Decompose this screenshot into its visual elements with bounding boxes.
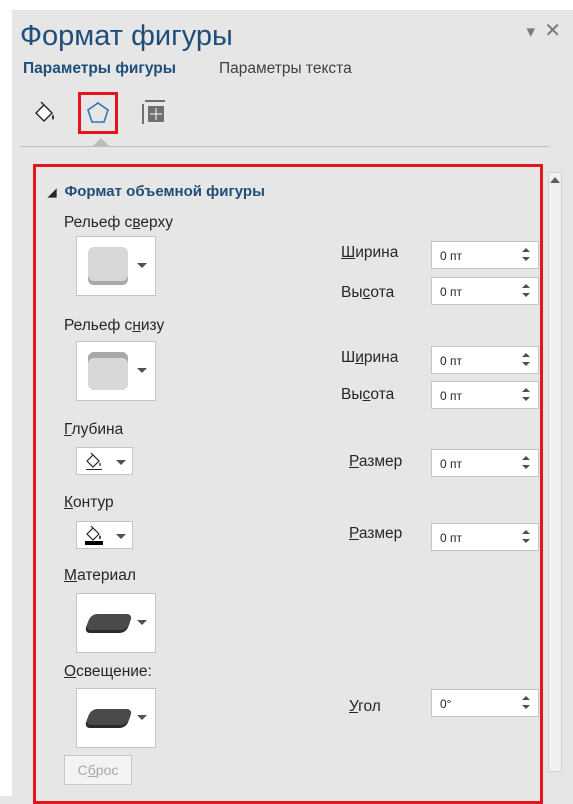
bevel-bottom-height-spinner[interactable]: 0 пт [431, 381, 539, 409]
bevel-bottom-label: Рельеф снизу [64, 317, 165, 334]
bevel-bottom-height-label: Высота [341, 386, 395, 403]
bevel-top-picker[interactable] [76, 236, 156, 296]
material-label: Материал [64, 567, 136, 584]
bevel-top-preview-icon [88, 247, 128, 285]
window-left-edge [0, 0, 12, 796]
material-preview-icon [85, 614, 133, 630]
bevel-bottom-preview-icon [88, 352, 128, 390]
lighting-picker[interactable] [76, 688, 156, 748]
depth-size-label: Размер [349, 453, 403, 470]
section-header-3d-format[interactable]: ◢ Формат объемной фигуры [48, 183, 265, 200]
chevron-down-icon [137, 368, 147, 373]
task-pane-options-icon[interactable]: ▾ [526, 22, 535, 42]
contour-size-label: Размер [349, 525, 403, 542]
depth-color-picker[interactable] [76, 447, 133, 475]
bevel-bottom-picker[interactable] [76, 341, 156, 401]
lighting-label: Освещение: [64, 663, 152, 680]
vertical-scrollbar[interactable] [548, 172, 562, 772]
pane-title: Формат фигуры [20, 20, 233, 52]
bevel-bottom-width-label: Ширина [341, 349, 399, 366]
close-icon[interactable]: ✕ [544, 18, 561, 43]
tab-shape-options[interactable]: Параметры фигуры [23, 60, 176, 78]
material-picker[interactable] [76, 593, 156, 653]
contour-color-picker[interactable] [76, 521, 133, 549]
chevron-down-icon [137, 263, 147, 268]
fill-line-icon[interactable] [25, 92, 65, 134]
category-icon-bar [20, 92, 200, 138]
contour-label: Контур [64, 494, 114, 511]
chevron-down-icon [137, 620, 147, 625]
paint-bucket-icon [85, 525, 103, 545]
window-top-edge [0, 0, 573, 10]
contour-size-spinner[interactable]: 0 пт [431, 523, 539, 551]
depth-size-spinner[interactable]: 0 пт [431, 449, 539, 477]
bevel-top-label: Рельеф сверху [64, 214, 173, 231]
bevel-top-height-label: Высота [341, 284, 395, 301]
tab-text-options[interactable]: Параметры текста [219, 60, 352, 78]
chevron-down-icon [116, 534, 126, 539]
bevel-top-height-spinner[interactable]: 0 пт [431, 277, 539, 305]
collapse-triangle-icon[interactable]: ◢ [48, 187, 56, 199]
lighting-angle-label: Угол [349, 698, 381, 715]
effects-icon[interactable] [78, 92, 118, 134]
scroll-up-icon[interactable] [550, 177, 560, 183]
lighting-angle-spinner[interactable]: 0° [431, 689, 539, 717]
reset-button[interactable]: Сброс [64, 755, 132, 785]
size-properties-icon[interactable] [134, 92, 174, 134]
lighting-preview-icon [85, 709, 133, 725]
chevron-down-icon [116, 460, 126, 465]
divider [20, 146, 549, 147]
bevel-top-width-label: Ширина [341, 244, 399, 261]
paint-bucket-icon [86, 452, 102, 470]
depth-label: Глубина [64, 421, 124, 438]
bevel-top-width-spinner[interactable]: 0 пт [431, 241, 539, 269]
chevron-down-icon [137, 715, 147, 720]
bevel-bottom-width-spinner[interactable]: 0 пт [431, 346, 539, 374]
active-tab-indicator [93, 138, 109, 146]
